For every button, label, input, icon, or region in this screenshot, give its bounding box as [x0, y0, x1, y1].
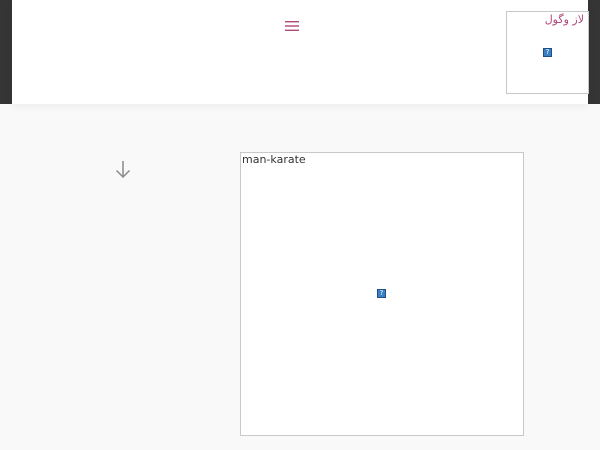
site-header: لاز وگول ? [12, 0, 589, 104]
hero-image-alt-text: man-karate [242, 153, 306, 166]
logo-alt-text: لاز وگول [544, 13, 584, 26]
hero-image: man-karate ? [240, 152, 524, 436]
broken-image-icon: ? [377, 289, 386, 298]
hamburger-menu-icon-graphic [285, 21, 299, 31]
site-logo-link[interactable]: لاز وگول ? [506, 11, 589, 94]
right-edge-strip [588, 0, 600, 104]
scroll-down-arrow-icon[interactable] [114, 159, 132, 181]
broken-image-icon: ? [543, 48, 552, 57]
left-edge-strip [0, 0, 12, 104]
arrow-down-icon [115, 161, 131, 179]
hamburger-menu-icon[interactable] [284, 16, 300, 36]
